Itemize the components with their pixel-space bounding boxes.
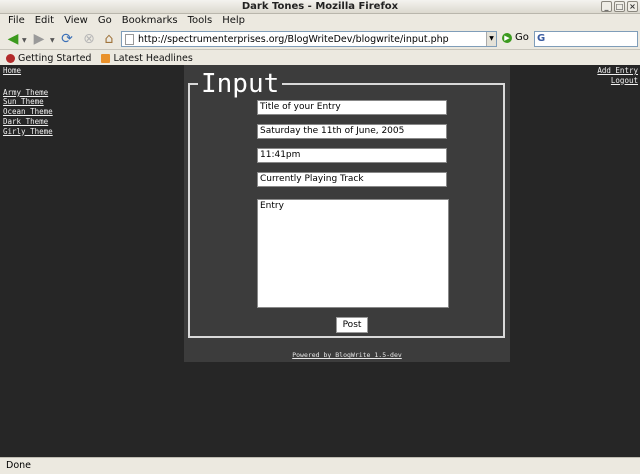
add-entry-link[interactable]: Add Entry (597, 66, 638, 76)
forward-dropdown-icon[interactable]: ▼ (50, 37, 55, 44)
reload-icon[interactable]: ⟳ (58, 30, 76, 48)
back-dropdown-icon[interactable]: ▼ (22, 37, 27, 44)
url-text[interactable]: http://spectrumenterprises.org/BlogWrite… (138, 34, 486, 45)
window-title: Dark Tones - Mozilla Firefox (241, 1, 399, 12)
playing-track-field[interactable]: Currently Playing Track (257, 172, 447, 187)
nav-sun-theme-link[interactable]: Sun Theme (3, 97, 53, 107)
menu-bookmarks[interactable]: Bookmarks (119, 14, 181, 28)
menu-help[interactable]: Help (219, 14, 248, 28)
bookmarks-toolbar: Getting Started Latest Headlines (0, 51, 640, 65)
close-icon[interactable]: × (627, 1, 638, 12)
powered-by-link[interactable]: Powered by BlogWrite 1.5-dev (184, 351, 510, 359)
input-fieldset: Input Title of your Entry Saturday the 1… (188, 69, 505, 338)
input-panel: Input Title of your Entry Saturday the 1… (184, 65, 510, 362)
window-titlebar: Dark Tones - Mozilla Firefox _ □ × (0, 0, 640, 14)
page-content: Home Army Theme Sun Theme Ocean Theme Da… (0, 65, 640, 457)
go-label: Go (515, 32, 529, 43)
url-bar[interactable]: http://spectrumenterprises.org/BlogWrite… (121, 31, 497, 47)
minimize-icon[interactable]: _ (601, 1, 612, 12)
fieldset-legend: Input (198, 69, 283, 99)
go-button[interactable]: ▶ Go (502, 32, 529, 43)
menu-view[interactable]: View (61, 14, 91, 28)
bookmark-getting-started[interactable]: Getting Started (6, 53, 91, 64)
entry-date-field[interactable]: Saturday the 11th of June, 2005 (257, 124, 447, 139)
back-arrow-icon[interactable]: ◀ (4, 30, 22, 48)
page-icon (125, 33, 134, 45)
navigation-toolbar: ◀ ▼ ▶ ▼ ⟳ ⊗ ⌂ http://spectrumenterprises… (0, 28, 640, 50)
bookmark-latest-headlines[interactable]: Latest Headlines (101, 52, 193, 64)
maximize-icon[interactable]: □ (614, 1, 625, 12)
post-button[interactable]: Post (336, 317, 368, 333)
nav-home-link[interactable]: Home (3, 66, 53, 76)
stop-icon[interactable]: ⊗ (80, 30, 98, 48)
url-dropdown-icon[interactable]: ▼ (486, 32, 496, 46)
right-navigation: Add Entry Logout (597, 66, 638, 85)
nav-ocean-theme-link[interactable]: Ocean Theme (3, 107, 53, 117)
firefox-bookmark-icon (6, 53, 15, 63)
status-bar: Done (0, 457, 640, 474)
entry-title-field[interactable]: Title of your Entry (257, 100, 447, 115)
go-arrow-icon: ▶ (502, 32, 512, 43)
entry-body-textarea[interactable]: Entry (257, 199, 449, 308)
rss-icon (101, 53, 111, 63)
menu-bar: File Edit View Go Bookmarks Tools Help (0, 14, 640, 28)
home-icon[interactable]: ⌂ (100, 30, 118, 48)
nav-girly-theme-link[interactable]: Girly Theme (3, 127, 53, 137)
left-navigation: Home Army Theme Sun Theme Ocean Theme Da… (3, 66, 53, 136)
menu-go[interactable]: Go (95, 14, 115, 28)
status-text: Done (6, 460, 31, 471)
logout-link[interactable]: Logout (597, 76, 638, 86)
nav-army-theme-link[interactable]: Army Theme (3, 88, 53, 98)
forward-arrow-icon[interactable]: ▶ (30, 30, 48, 48)
menu-tools[interactable]: Tools (185, 14, 216, 28)
search-engine-icon: G (537, 33, 546, 44)
menu-edit[interactable]: Edit (32, 14, 57, 28)
bookmark-label: Getting Started (18, 52, 92, 64)
search-input[interactable]: G (534, 31, 638, 47)
bookmark-label: Latest Headlines (113, 52, 193, 64)
entry-time-field[interactable]: 11:41pm (257, 148, 447, 163)
nav-dark-theme-link[interactable]: Dark Theme (3, 117, 53, 127)
menu-file[interactable]: File (5, 14, 28, 28)
